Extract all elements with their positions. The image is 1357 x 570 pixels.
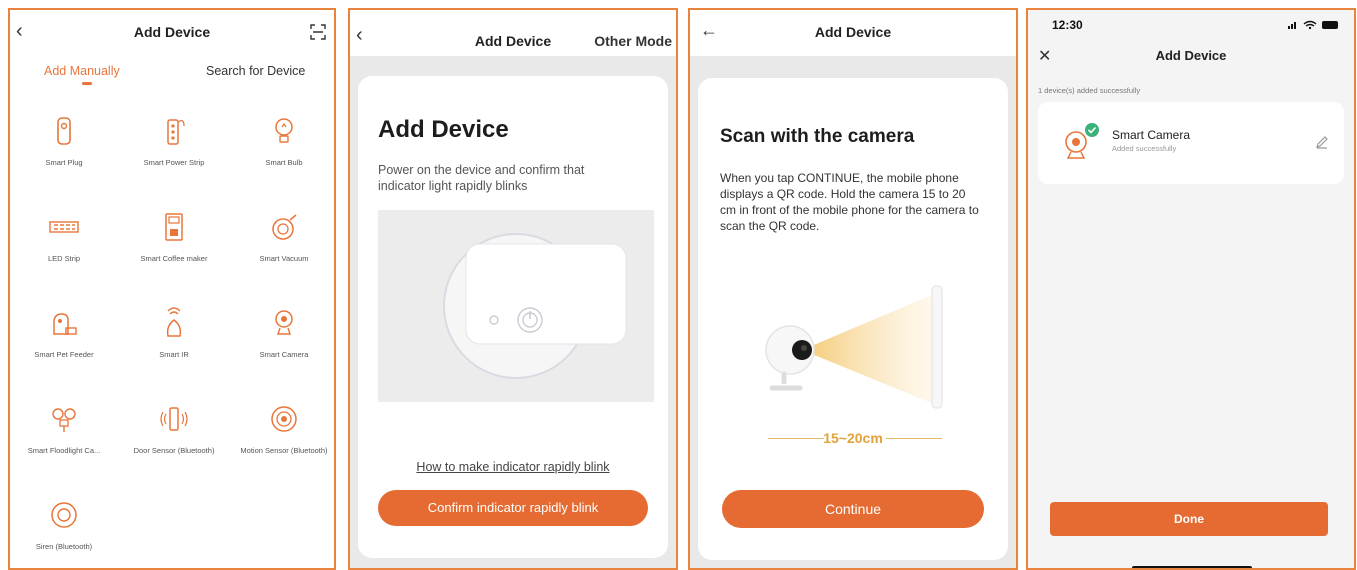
ir-icon xyxy=(166,307,182,337)
led-strip-icon xyxy=(49,221,79,233)
device-item[interactable]: LED Strip xyxy=(14,210,114,264)
coffee-maker-icon xyxy=(165,213,183,241)
device-item[interactable]: Smart Plug xyxy=(14,114,114,168)
vacuum-icon xyxy=(272,214,297,240)
device-added-screen: 12:30 ✕ Add Device 1 device(s) added suc… xyxy=(1026,8,1356,570)
card-heading: Scan with the camera xyxy=(720,126,915,147)
device-label: Smart Camera xyxy=(259,350,309,359)
confirm-indicator-button[interactable]: Confirm indicator rapidly blink xyxy=(378,490,648,526)
added-count-text: 1 device(s) added successfully xyxy=(1038,86,1141,95)
device-illustration xyxy=(378,210,654,402)
device-label: Smart Bulb xyxy=(265,158,303,167)
indicator-confirm-screen: ‹ Add Device Other Mode Add Device Power… xyxy=(348,8,678,570)
device-name: Smart Camera xyxy=(1112,128,1191,142)
home-indicator xyxy=(1132,566,1252,568)
camera-scan-illustration xyxy=(765,285,943,409)
camera-icon xyxy=(1065,123,1099,159)
device-category-screen: ‹ Add Device Add Manually Search for Dev… xyxy=(8,8,336,570)
motion-sensor-icon xyxy=(271,406,297,432)
device-label: Motion Sensor (Bluetooth) xyxy=(240,446,328,455)
power-strip-icon xyxy=(167,119,185,145)
device-item[interactable]: Smart Floodlight Ca... xyxy=(14,402,114,456)
help-link[interactable]: How to make indicator rapidly blink xyxy=(358,460,668,474)
page-title: Add Device xyxy=(133,24,211,40)
pet-feeder-icon xyxy=(53,313,77,335)
device-item[interactable]: Smart Pet Feeder xyxy=(14,306,114,360)
instruction-card: Scan with the camera When you tap CONTIN… xyxy=(698,78,1008,560)
card-description: Power on the device and confirm that ind… xyxy=(378,163,585,193)
status-bar-icons xyxy=(1288,20,1338,30)
device-label: LED Strip xyxy=(47,254,81,263)
bulb-icon xyxy=(275,118,293,143)
door-sensor-icon xyxy=(160,407,188,431)
device-label: Smart IR xyxy=(159,350,189,359)
device-status: Added successfully xyxy=(1112,144,1177,153)
device-label: Smart Floodlight Ca... xyxy=(27,446,101,455)
device-item[interactable]: Motion Sensor (Bluetooth) xyxy=(234,402,334,456)
header: ‹ Add Device Other Mode xyxy=(350,10,676,56)
continue-button[interactable]: Continue xyxy=(722,490,984,528)
instruction-card: Add Device Power on the device and confi… xyxy=(358,76,668,558)
status-bar-time: 12:30 xyxy=(1052,18,1083,32)
power-button-illustration xyxy=(443,233,627,379)
active-tab-indicator xyxy=(82,82,92,85)
page-title: Add Device xyxy=(814,24,892,40)
device-item[interactable]: Smart Bulb xyxy=(234,114,334,168)
device-label: Smart Power Strip xyxy=(143,158,205,167)
other-mode-button[interactable]: Other Mode xyxy=(594,33,672,49)
scan-camera-screen: ← Add Device Scan with the camera When y… xyxy=(688,8,1018,570)
header: ‹ Add Device xyxy=(10,10,334,56)
distance-line-right xyxy=(886,438,942,439)
tab-search-for-device[interactable]: Search for Device xyxy=(206,64,305,78)
camera-icon xyxy=(275,310,293,335)
device-item[interactable]: Smart Camera xyxy=(234,306,334,360)
mode-tabs: Add Manually Search for Device xyxy=(10,60,334,88)
tab-add-manually[interactable]: Add Manually xyxy=(44,64,120,78)
card-description: When you tap CONTINUE, the mobile phone … xyxy=(720,171,979,233)
distance-label: 15~20cm xyxy=(823,430,883,446)
page-title: Add Device xyxy=(1155,48,1227,63)
device-label: Door Sensor (Bluetooth) xyxy=(133,446,215,455)
device-label: Siren (Bluetooth) xyxy=(35,542,93,551)
device-item[interactable]: Smart Vacuum xyxy=(234,210,334,264)
device-item[interactable]: Smart IR xyxy=(124,306,224,360)
siren-icon xyxy=(51,502,77,528)
device-item[interactable]: Siren (Bluetooth) xyxy=(14,498,114,552)
done-button[interactable]: Done xyxy=(1050,502,1328,536)
device-label: Smart Coffee maker xyxy=(140,254,208,263)
added-device-card[interactable]: Smart Camera Added successfully xyxy=(1038,102,1344,184)
device-item[interactable]: Smart Power Strip xyxy=(124,114,224,168)
smart-plug-icon xyxy=(57,117,71,145)
device-item[interactable]: Door Sensor (Bluetooth) xyxy=(124,402,224,456)
scan-icon[interactable] xyxy=(310,24,326,40)
floodlight-icon xyxy=(52,408,76,432)
card-heading: Add Device xyxy=(378,116,509,143)
edit-icon[interactable] xyxy=(1314,134,1330,150)
header: ← Add Device xyxy=(690,10,1016,56)
device-label: Smart Vacuum xyxy=(259,254,309,263)
device-label: Smart Plug xyxy=(45,158,83,167)
device-label: Smart Pet Feeder xyxy=(34,350,94,359)
device-item[interactable]: Smart Coffee maker xyxy=(124,210,224,264)
